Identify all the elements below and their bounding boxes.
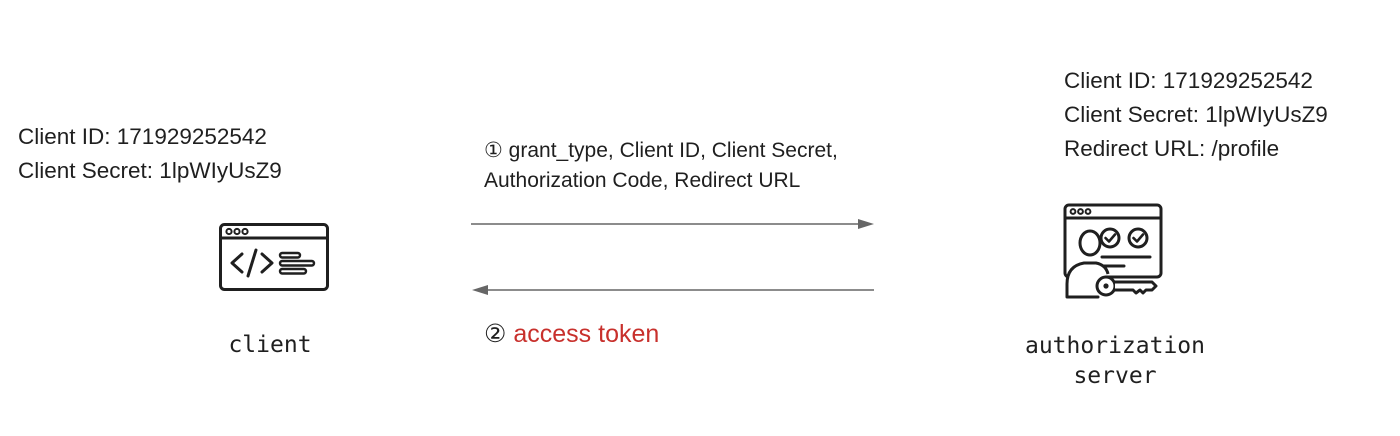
- server-label-line-two: server: [1073, 363, 1157, 389]
- request-arrow: [471, 219, 874, 229]
- client-label: client: [228, 332, 312, 358]
- response-arrow: [472, 285, 874, 295]
- server-label-line-one: authorization: [1024, 333, 1205, 359]
- authorization-server-label: authorization server: [1010, 331, 1220, 391]
- code-window-icon: [219, 223, 329, 291]
- authorization-server-icon: [1063, 203, 1163, 299]
